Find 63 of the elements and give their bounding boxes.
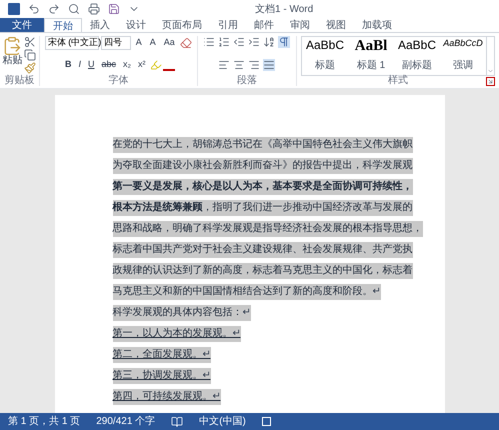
format-button[interactable]: A — [146, 36, 159, 50]
style-preview: AaBbC — [306, 39, 344, 51]
eraser-icon[interactable] — [180, 37, 192, 49]
ribbon-tab[interactable]: 页面布局 — [154, 18, 210, 32]
style-gallery-item[interactable]: AaBbCcD 强调 — [440, 37, 486, 75]
ribbon-tab[interactable]: 设计 — [118, 18, 154, 32]
indent-icon[interactable] — [248, 36, 260, 48]
ribbon-tab[interactable]: 加载项 — [354, 18, 400, 32]
format-button[interactable]: x² — [135, 58, 149, 72]
align-left-icon[interactable] — [218, 58, 230, 70]
page-count: 第 1 页，共 1 页 — [8, 414, 80, 429]
style-gallery-item[interactable]: AaBbC 副标题 — [394, 37, 440, 75]
style-preview: AaBl — [354, 39, 388, 54]
printer-icon[interactable] — [88, 3, 100, 15]
undo-icon[interactable] — [28, 3, 40, 15]
style-gallery-item[interactable]: AaBbC 标题 — [302, 37, 348, 75]
format-button[interactable]: B — [62, 58, 74, 72]
group-label: 样式 — [388, 76, 408, 86]
format-button[interactable]: abc — [98, 58, 120, 72]
style-preview: AaBbC — [398, 39, 436, 51]
language-label: 中文(中国) — [199, 414, 246, 429]
dialog-launcher-icon[interactable] — [486, 76, 495, 86]
sort-icon[interactable] — [263, 36, 276, 48]
ribbon-tab[interactable]: 开始 — [44, 18, 82, 32]
copy-icon[interactable] — [24, 49, 36, 61]
paste-button[interactable]: 粘贴 — [2, 36, 22, 66]
font-size-field[interactable]: 四号 — [100, 36, 131, 50]
format-button[interactable]: Aa — [160, 36, 178, 50]
format-button[interactable]: U — [85, 58, 98, 72]
align-center-icon[interactable] — [233, 58, 246, 70]
style-gallery-item[interactable]: AaBl 标题 1 — [348, 37, 394, 75]
numbered-list-icon[interactable] — [218, 36, 230, 48]
pilcrow-icon[interactable] — [278, 36, 290, 48]
style-preview: AaBbCcD — [443, 39, 483, 48]
ribbon-tab[interactable]: 邮件 — [246, 18, 282, 32]
style-name: 强调 — [453, 59, 473, 73]
group-label: 剪贴板 — [4, 76, 34, 86]
ribbon-tab[interactable]: 插入 — [82, 18, 118, 32]
redo-icon[interactable] — [48, 3, 60, 15]
format-button[interactable]: x₂ — [120, 58, 134, 72]
file-tab[interactable]: 文件 — [0, 18, 44, 32]
align-right-icon[interactable] — [248, 58, 260, 70]
format-button[interactable]: A — [132, 36, 145, 50]
ribbon-tab[interactable]: 引用 — [210, 18, 246, 32]
format-painter-icon[interactable] — [24, 62, 36, 74]
style-name: 副标题 — [402, 58, 432, 73]
style-name: 标题 1 — [356, 58, 386, 73]
clipboard-icon — [2, 36, 22, 56]
save-icon[interactable] — [108, 3, 120, 15]
ribbon-tab[interactable]: 审阅 — [282, 18, 318, 32]
ribbon-tab[interactable]: 视图 — [318, 18, 354, 32]
group-label: 段落 — [236, 76, 257, 86]
font-name-field[interactable]: 宋体 (中文正) — [44, 36, 99, 50]
print-preview-icon[interactable] — [68, 3, 80, 15]
word-count: 290/421 个字 — [96, 414, 156, 429]
justify-icon[interactable] — [263, 58, 276, 70]
proofing-icon[interactable] — [171, 416, 184, 428]
style-name: 标题 — [315, 58, 335, 73]
group-label: 字体 — [108, 76, 128, 86]
cut-icon[interactable] — [24, 36, 36, 48]
outdent-icon[interactable] — [233, 36, 246, 48]
window-title: 文档1 - Word — [255, 2, 314, 16]
format-button[interactable]: I — [76, 58, 84, 72]
